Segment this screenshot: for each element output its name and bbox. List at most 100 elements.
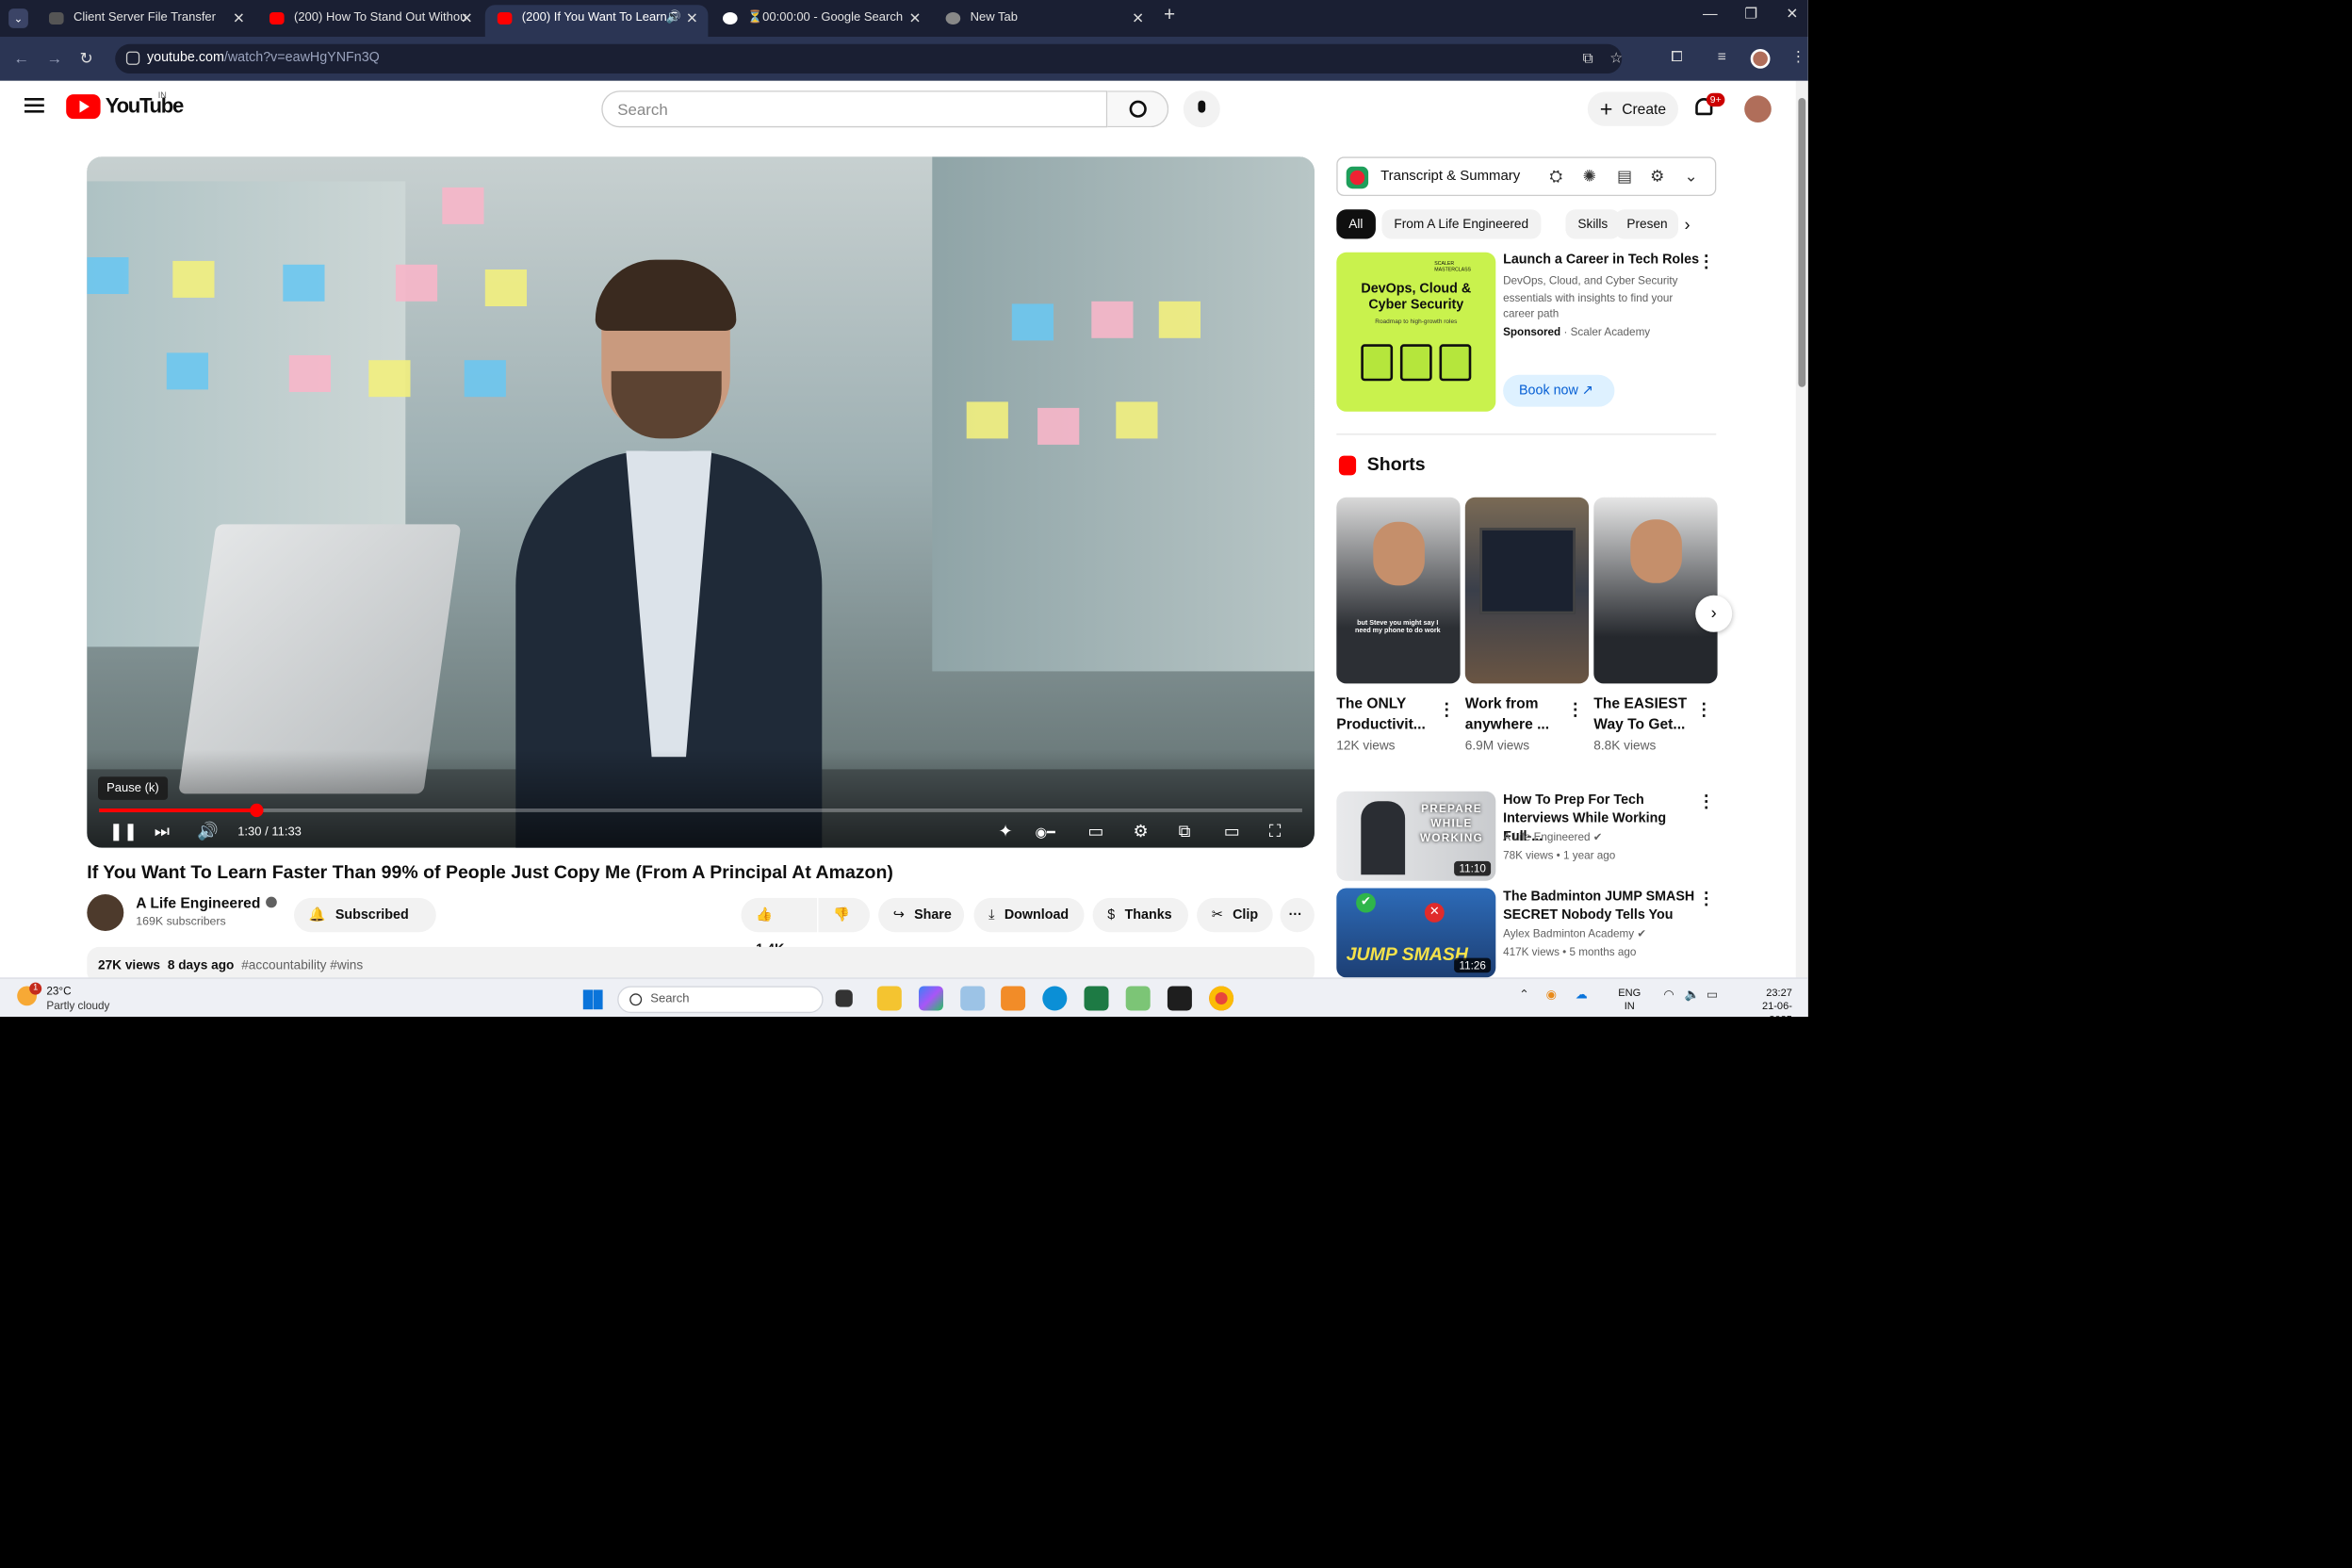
restore-button[interactable]: ❐: [1744, 5, 1757, 22]
tab-youtube-standout[interactable]: (200) How To Stand Out Withou ✕: [257, 5, 482, 37]
volume-icon[interactable]: 🔈: [1684, 988, 1699, 1002]
forward-arrow-icon[interactable]: →: [46, 49, 62, 68]
voice-search-button[interactable]: [1183, 90, 1220, 128]
close-window-button[interactable]: ✕: [1786, 5, 1798, 22]
transcript-icon[interactable]: ▤: [1617, 167, 1632, 187]
extension-title[interactable]: Transcript & Summary: [1380, 169, 1520, 184]
battery-icon[interactable]: ▭: [1707, 988, 1718, 1002]
windows-start-icon[interactable]: [582, 989, 603, 1010]
short-title[interactable]: The EASIEST Way To Get...: [1593, 694, 1691, 735]
weather-temp[interactable]: 23°C: [46, 985, 71, 997]
clip-button[interactable]: ✂ Clip: [1197, 897, 1273, 933]
chevron-down-icon[interactable]: ⌄: [1684, 167, 1697, 187]
miniplayer-icon[interactable]: ⧉: [1179, 821, 1191, 841]
extensions-icon[interactable]: ⧠: [1671, 48, 1682, 67]
youtube-logo-icon[interactable]: [66, 94, 101, 120]
page-scrollbar[interactable]: [1795, 80, 1808, 978]
profile-avatar[interactable]: [1750, 49, 1771, 69]
file-explorer-icon[interactable]: [876, 986, 902, 1011]
scrubber-handle[interactable]: [249, 803, 264, 818]
pause-icon[interactable]: ❚❚: [109, 821, 139, 841]
onedrive-icon[interactable]: ☁: [1576, 988, 1588, 1002]
theater-mode-icon[interactable]: ▭: [1224, 821, 1240, 841]
related-more-icon[interactable]: ⋮: [1698, 792, 1715, 812]
site-info-icon[interactable]: [125, 51, 140, 65]
install-app-icon[interactable]: ⧉: [1583, 49, 1593, 68]
short-title[interactable]: The ONLY Productivit...: [1336, 694, 1434, 735]
ambient-sparkle-icon[interactable]: ✦: [999, 821, 1013, 841]
related-title[interactable]: The Badminton JUMP SMASH SECRET Nobody T…: [1503, 888, 1699, 924]
download-button[interactable]: ⤓ Download: [973, 897, 1085, 933]
related-thumbnail[interactable]: PREPARE WHILE WORKING 11:10: [1336, 791, 1496, 881]
tab-new-tab[interactable]: New Tab ✕: [934, 5, 1154, 37]
tab-search-menu[interactable]: ⌄: [8, 8, 28, 28]
next-icon[interactable]: ⏭: [155, 821, 170, 841]
close-tab-icon[interactable]: ✕: [461, 5, 473, 32]
bookmark-star-icon[interactable]: ☆: [1609, 49, 1623, 66]
close-tab-icon[interactable]: ✕: [233, 5, 245, 32]
more-menu-icon[interactable]: ⋮: [1791, 48, 1806, 65]
chip-presentation[interactable]: Presen: [1614, 209, 1678, 239]
short-thumbnail[interactable]: [1464, 497, 1590, 684]
app-orange-icon[interactable]: [1001, 986, 1026, 1011]
url-text[interactable]: youtube.com/watch?v=eawHgYNFn3Q: [147, 50, 380, 65]
chart-app-icon[interactable]: [1125, 986, 1151, 1011]
chevron-right-icon[interactable]: ›: [1684, 214, 1690, 234]
subtitles-icon[interactable]: ▭: [1087, 821, 1103, 841]
scrollbar-thumb[interactable]: [1798, 98, 1806, 387]
short-more-icon[interactable]: ⋮: [1567, 699, 1584, 720]
short-more-icon[interactable]: ⋮: [1695, 699, 1712, 720]
robot-icon[interactable]: ⛭: [1550, 167, 1563, 187]
system-clock[interactable]: 23:2721-06-2025: [1740, 987, 1792, 1018]
shorts-next-button[interactable]: ›: [1695, 595, 1733, 632]
fullscreen-icon[interactable]: ⛶: [1269, 821, 1282, 841]
taskbar-search[interactable]: Search: [617, 986, 824, 1014]
create-button[interactable]: Create: [1587, 91, 1678, 126]
hashtags[interactable]: #accountability #wins: [241, 958, 363, 973]
chip-all[interactable]: All: [1336, 209, 1376, 239]
chip-skills[interactable]: Skills: [1565, 209, 1621, 239]
app-window-icon[interactable]: [960, 986, 986, 1011]
speaker-icon[interactable]: 🔊: [666, 5, 681, 32]
related-channel[interactable]: Aylex Badminton Academy ✔: [1503, 927, 1646, 940]
settings-gear-icon[interactable]: ⚙: [1134, 821, 1149, 841]
autoplay-toggle[interactable]: ◉━: [1036, 825, 1055, 841]
channel-avatar[interactable]: [87, 893, 124, 931]
task-view-icon[interactable]: [835, 989, 853, 1007]
copilot-icon[interactable]: [918, 986, 943, 1011]
chrome-icon[interactable]: [1209, 986, 1234, 1011]
progress-bar[interactable]: [99, 803, 1302, 818]
tab-client-server[interactable]: Client Server File Transfer ✕: [37, 5, 254, 37]
subscribed-button[interactable]: 🔔Subscribed ⌄: [294, 897, 436, 956]
account-avatar[interactable]: [1744, 95, 1772, 122]
short-title[interactable]: Work from anywhere ...: [1465, 694, 1563, 735]
menu-icon[interactable]: [24, 98, 44, 113]
youtube-logo-text[interactable]: YouTube: [106, 94, 184, 119]
related-channel[interactable]: A Life Engineered ✔: [1503, 830, 1602, 843]
search-input[interactable]: Search: [601, 90, 1108, 128]
ad-title[interactable]: Launch a Career in Tech Roles: [1503, 253, 1699, 268]
book-now-button[interactable]: Book now ↗: [1503, 374, 1615, 407]
video-player[interactable]: Pause (k) ❚❚ ⏭ 🔊 1:30 / 11:33 ✦ ◉━ ▭ ⚙ ⧉…: [87, 156, 1315, 848]
chatgpt-icon[interactable]: ✺: [1583, 167, 1596, 187]
like-button[interactable]: 👍1.4K: [741, 897, 818, 956]
tray-chevron-icon[interactable]: ⌃: [1519, 988, 1529, 1002]
minimize-button[interactable]: —: [1703, 5, 1718, 22]
short-thumbnail[interactable]: but Steve you might say I need my phone …: [1336, 497, 1461, 684]
language-indicator[interactable]: ENG IN: [1618, 987, 1641, 1014]
dislike-button[interactable]: 👎: [818, 897, 870, 933]
search-button[interactable]: [1107, 90, 1169, 128]
edge-icon[interactable]: [1042, 986, 1068, 1011]
related-more-icon[interactable]: ⋮: [1698, 888, 1715, 908]
new-tab-button[interactable]: +: [1164, 5, 1175, 26]
tab-youtube-learn-faster[interactable]: (200) If You Want To Learn F 🔊 ✕: [484, 5, 709, 37]
weather-desc[interactable]: Partly cloudy: [46, 1000, 109, 1012]
thanks-button[interactable]: $ Thanks: [1092, 897, 1188, 933]
close-tab-icon[interactable]: ✕: [1132, 5, 1144, 32]
channel-name[interactable]: A Life Engineered: [136, 894, 277, 911]
volume-icon[interactable]: 🔊: [197, 821, 219, 841]
share-button[interactable]: ↪ Share: [878, 897, 965, 933]
excel-icon[interactable]: [1084, 986, 1109, 1011]
tray-app-icon[interactable]: ◉: [1546, 988, 1557, 1002]
ad-thumbnail[interactable]: SCALER MASTERCLASS DevOps, Cloud & Cyber…: [1336, 252, 1496, 412]
